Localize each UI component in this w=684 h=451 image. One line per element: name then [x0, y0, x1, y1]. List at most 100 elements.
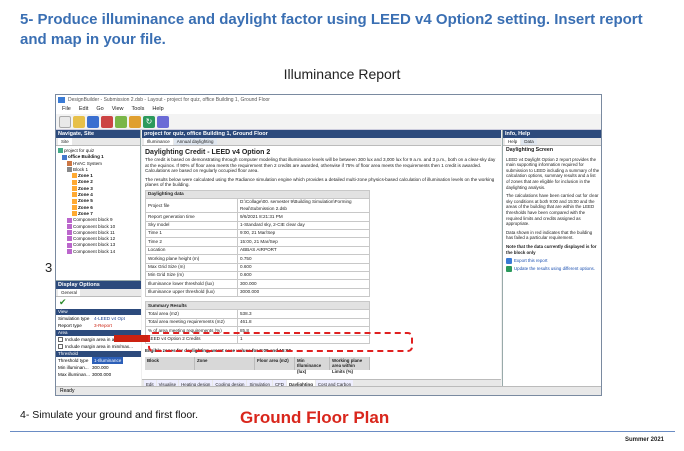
- app-icon: [58, 97, 65, 103]
- leed-credits-highlight: [148, 332, 413, 352]
- zone-icon: [72, 198, 77, 204]
- slide: 5- Produce illuminance and daylight fact…: [0, 0, 684, 451]
- report-subtitle: Illuminance Report: [283, 66, 401, 82]
- include-margin-minmax-row[interactable]: Include margin area in min/max...: [56, 343, 141, 350]
- window-titlebar: DesignBuilder - Submission 2.dsb - Layou…: [56, 95, 601, 105]
- table-row: Min Grid Size (m) 0.600: [145, 270, 370, 281]
- menu-file[interactable]: File: [62, 105, 71, 114]
- menu-edit[interactable]: Edit: [79, 105, 88, 114]
- refresh-icon[interactable]: ↻: [143, 115, 155, 128]
- help-note: Note that the data currently displayed i…: [506, 243, 597, 255]
- checkmark-icon[interactable]: ✔: [56, 297, 141, 308]
- checkbox-icon[interactable]: [58, 344, 63, 349]
- max-illuminance-row: Max illuminan... 3000.000: [56, 371, 141, 378]
- block-icon: [67, 167, 72, 173]
- export-icon[interactable]: [129, 115, 141, 128]
- tab-general[interactable]: General: [58, 289, 81, 296]
- info-help-panel: Info, Help Help Data Daylighting Screen …: [502, 130, 601, 388]
- checkbox-icon[interactable]: [58, 337, 63, 342]
- table-row: Total area (m2) 538.3: [145, 309, 370, 319]
- daylighting-data-header: Daylighting data: [145, 189, 370, 200]
- report-method: The results below were calculated using …: [145, 176, 495, 188]
- report-panel-header: project for quiz, office Building 1, Gro…: [142, 130, 501, 138]
- min-illuminance-row: Min illuminan... 300.000: [56, 364, 141, 371]
- table-row: Working plane height (m) 0.750: [145, 254, 370, 264]
- simulation-type-label: Simulation type: [58, 316, 90, 321]
- site-tree: project for quiz office Building 1 HVAC …: [56, 146, 140, 272]
- save-icon[interactable]: [87, 115, 99, 128]
- simulation-type-select[interactable]: 4-LEED v4 Opt: [94, 315, 125, 322]
- print-icon[interactable]: [101, 115, 113, 128]
- footer-term: Summer 2021: [624, 437, 664, 443]
- report-intro: The credit is based on demonstrating thr…: [145, 157, 496, 174]
- threshold-type-label: Threshold type: [58, 358, 89, 363]
- col-working-plane: Working plane area within Limits (%): [330, 356, 370, 374]
- menu-go[interactable]: Go: [96, 105, 103, 114]
- max-illuminance-input[interactable]: 3000.000: [92, 371, 111, 378]
- help-body: Daylighting Screen LEED v4 Daylight Opti…: [503, 146, 601, 276]
- export-icon: [506, 258, 512, 265]
- help-paragraph: The calculations have been carried out f…: [506, 193, 599, 227]
- threshold-type-row: Threshold type 1-Illuminance: [56, 357, 141, 364]
- open-folder-icon[interactable]: [73, 115, 85, 128]
- threshold-type-select[interactable]: 1-Illuminance: [92, 357, 124, 364]
- menu-view[interactable]: View: [112, 105, 124, 114]
- menu-tools[interactable]: Tools: [132, 105, 145, 114]
- help-paragraph: LEED v4 Daylight Option 2 report provide…: [506, 156, 600, 190]
- component-block-icon: [67, 217, 72, 223]
- status-bar: Ready: [56, 386, 601, 395]
- col-block: Block: [145, 356, 195, 370]
- navigate-tabs: Site: [56, 138, 140, 146]
- display-options-panel: Display Options General ✔ View Simulatio…: [56, 280, 141, 388]
- slide-heading: 5- Produce illuminance and daylight fact…: [20, 11, 643, 48]
- menu-bar: File Edit Go View Tools Help: [56, 105, 601, 114]
- tab-illuminance[interactable]: Illuminance: [144, 138, 173, 145]
- toolbar: ↻: [56, 114, 601, 130]
- zone-icon: [72, 192, 77, 198]
- zone-icon: [72, 204, 77, 210]
- menu-help[interactable]: Help: [152, 105, 163, 114]
- table-row: Location ABBAS AIRPORT: [145, 245, 370, 256]
- tab-help[interactable]: Help: [505, 138, 521, 145]
- update-results-link[interactable]: Update the results using different optio…: [506, 266, 600, 273]
- summary-results-header: Summary Results: [145, 301, 370, 311]
- table-row: Total area meeting requirements (m2) 461.…: [145, 317, 370, 328]
- export-report-link[interactable]: Export this report: [506, 258, 600, 265]
- report-type-label: Report type: [58, 323, 82, 328]
- tab-site[interactable]: Site: [58, 138, 72, 145]
- tab-data[interactable]: Data: [521, 138, 537, 145]
- footer-divider: [10, 431, 675, 432]
- new-file-icon[interactable]: [59, 115, 71, 128]
- max-illuminance-label: Max illuminan...: [58, 372, 90, 377]
- navigate-header: Navigate, Site: [56, 130, 140, 138]
- help-paragraph: Data shown in red indicates that the bui…: [506, 229, 593, 241]
- update-icon: [506, 266, 512, 273]
- table-row: Time 2 15:00, 21 Mar/Sep: [145, 237, 370, 247]
- ground-floor-plan-title: Ground Floor Plan: [240, 408, 390, 427]
- red-arrow-annotation: [114, 335, 150, 342]
- zone-icon: [72, 179, 77, 185]
- table-row: Time 1 9:00, 21 Mar/Sep: [145, 228, 370, 239]
- report-type-select[interactable]: 3-Report: [94, 322, 112, 329]
- min-illuminance-input[interactable]: 300.000: [92, 364, 109, 371]
- zones-table-header: Block Zone Floor area (m2) Min Illuminan…: [145, 356, 370, 374]
- tree-item[interactable]: Component block 14: [58, 249, 140, 255]
- window-title: DesignBuilder - Submission 2.dsb - Layou…: [68, 97, 270, 103]
- step-4-text: 4- Simulate your ground and first floor.: [20, 409, 199, 421]
- settings-icon[interactable]: [157, 115, 169, 128]
- table-row: Sky model 1-Standard sky, 2-CIE clear day: [145, 220, 370, 230]
- component-block-icon: [67, 223, 72, 229]
- hvac-icon: [67, 160, 72, 166]
- zone-icon: [72, 173, 77, 179]
- display-options-header: Display Options: [56, 281, 141, 289]
- import-icon[interactable]: [115, 115, 127, 128]
- table-row: Illuminance upper threshold (lux) 3000.00…: [145, 287, 370, 298]
- tab-annual-daylighting[interactable]: Annual daylighting: [173, 138, 217, 145]
- site-icon: [58, 148, 63, 154]
- zone-icon: [72, 211, 77, 217]
- info-help-header: Info, Help: [503, 130, 601, 138]
- col-zone: Zone: [195, 356, 255, 370]
- table-row: Max Grid Size (m) 0.600: [145, 262, 370, 272]
- zone-icon: [72, 186, 77, 192]
- report-title: Daylighting Credit - LEED v4 Option 2: [145, 149, 271, 156]
